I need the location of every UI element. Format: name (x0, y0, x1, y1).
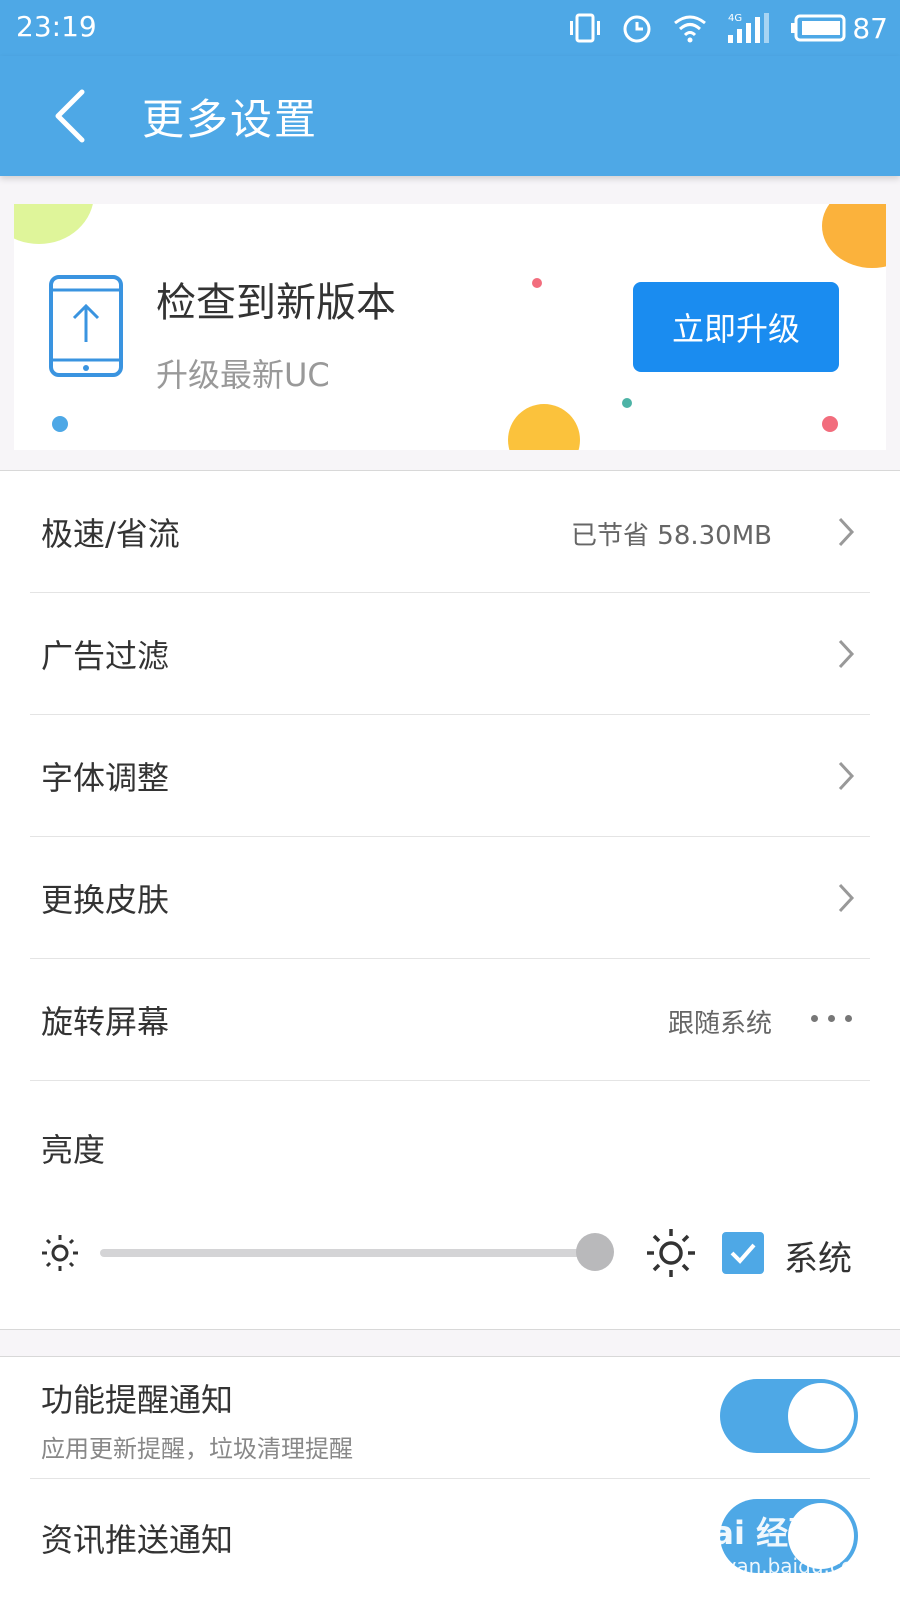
system-brightness-checkbox[interactable] (722, 1232, 764, 1274)
notification-label: 功能提醒通知 (41, 1381, 234, 1419)
setting-value: 跟随系统 (667, 1009, 772, 1039)
setting-rotate-screen[interactable]: 旋转屏幕 跟随系统 (30, 959, 870, 1081)
brightness-slider[interactable] (100, 1233, 614, 1271)
decor-dot (508, 404, 580, 450)
more-dots-icon (811, 1015, 852, 1022)
chevron-right-icon (838, 639, 855, 669)
page-title: 更多设置 (142, 95, 319, 144)
alarm-icon (623, 15, 651, 43)
watermark: Bai 经验 jingyan.baidu.com (688, 1508, 873, 1578)
decor-dot (532, 278, 542, 288)
setting-change-skin[interactable]: 更换皮肤 (30, 837, 870, 959)
decor-dot (52, 416, 68, 432)
back-arrow-icon[interactable] (50, 86, 90, 146)
brightness-high-icon (647, 1229, 695, 1277)
notification-label: 资讯推送通知 (41, 1521, 234, 1559)
phone-upgrade-icon (49, 275, 123, 377)
battery-icon (791, 14, 846, 42)
setting-font-size[interactable]: 字体调整 (30, 715, 870, 837)
brightness-label: 亮度 (41, 1131, 106, 1169)
system-brightness-label: 系统 (784, 1239, 852, 1279)
decor-dot (14, 204, 94, 244)
notification-row-feature-reminder: 功能提醒通知 应用更新提醒，垃圾清理提醒 (30, 1357, 870, 1479)
decor-dot (822, 204, 886, 268)
setting-value: 已节省 58.30MB (571, 521, 772, 551)
watermark-url: jingyan.baidu.com (688, 1554, 873, 1578)
update-headline: 检查到新版本 (156, 280, 396, 326)
chevron-right-icon (838, 517, 855, 547)
setting-speed-saving[interactable]: 极速/省流 已节省 58.30MB (30, 471, 870, 593)
chevron-right-icon (838, 761, 855, 791)
toggle-thumb (788, 1383, 854, 1449)
setting-label: 极速/省流 (41, 515, 180, 553)
setting-label: 更换皮肤 (41, 881, 170, 919)
battery-indicator: 87 (790, 12, 888, 45)
feature-reminder-toggle[interactable] (720, 1379, 858, 1453)
watermark-brand: Bai 经验 (688, 1514, 821, 1552)
status-time: 23:19 (16, 10, 97, 43)
app-bar: 更多设置 (0, 56, 900, 176)
decor-dot (822, 416, 838, 432)
setting-label: 字体调整 (41, 759, 170, 797)
setting-label: 广告过滤 (41, 637, 170, 675)
brightness-low-icon (42, 1235, 78, 1271)
setting-ad-filter[interactable]: 广告过滤 (30, 593, 870, 715)
decor-dot (622, 398, 632, 408)
network-type: 4G (728, 13, 742, 24)
battery-level: 87 (852, 11, 888, 45)
brightness-slider-handle[interactable] (576, 1233, 614, 1271)
setting-label: 旋转屏幕 (41, 1003, 170, 1041)
chevron-right-icon (838, 883, 855, 913)
status-icons: 4G 87 (568, 8, 888, 48)
update-banner: 检查到新版本 升级最新UC 立即升级 (14, 204, 886, 450)
notification-description: 应用更新提醒，垃圾清理提醒 (41, 1435, 353, 1463)
status-bar: 23:19 4G 87 (0, 0, 900, 56)
signal-icon: 4G (728, 13, 770, 43)
update-subtitle: 升级最新UC (156, 356, 330, 394)
settings-list: 极速/省流 已节省 58.30MB 广告过滤 字体调整 更换皮肤 旋转屏幕 跟随… (0, 470, 900, 1330)
vibrate-icon (570, 13, 601, 43)
checkmark-icon (730, 1243, 756, 1264)
upgrade-now-button[interactable]: 立即升级 (633, 282, 839, 372)
wifi-icon (674, 15, 707, 43)
